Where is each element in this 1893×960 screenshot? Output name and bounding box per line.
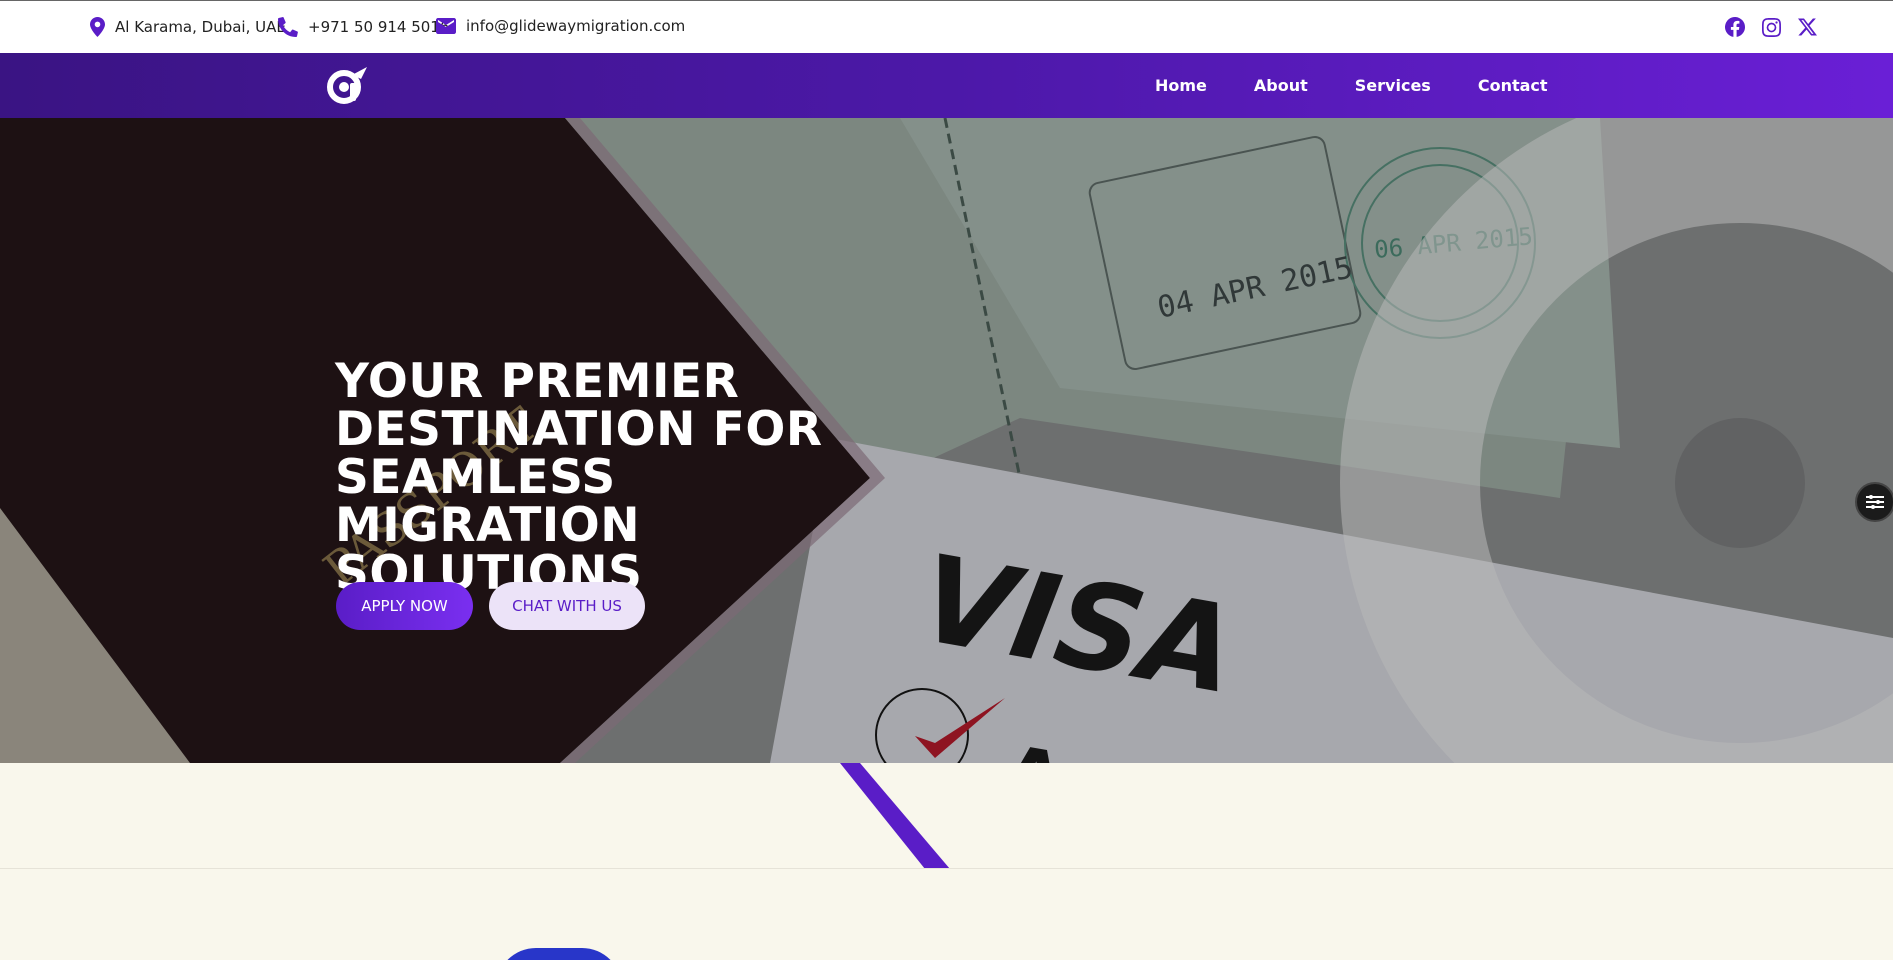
- x-icon: [1797, 18, 1817, 36]
- instagram-icon: [1761, 17, 1781, 37]
- hero-section: 04 APR 2015 06 APR 2015 VISA Approve PAS…: [0, 118, 1893, 763]
- accessibility-toggle-button[interactable]: [1855, 482, 1893, 522]
- phone-icon: [278, 17, 298, 37]
- nav-contact[interactable]: Contact: [1478, 76, 1548, 95]
- x-link[interactable]: [1796, 16, 1818, 38]
- hero-title-line: DESTINATION FOR: [335, 402, 823, 457]
- nav-about[interactable]: About: [1254, 76, 1308, 95]
- envelope-icon: [436, 18, 456, 34]
- hero-title: YOUR PREMIER DESTINATION FOR SEAMLESS MI…: [335, 358, 935, 598]
- social-links: [1724, 16, 1818, 38]
- facebook-link[interactable]: [1724, 16, 1746, 38]
- section-divider-line: [0, 868, 1893, 869]
- site-logo[interactable]: [326, 65, 368, 105]
- nav-home[interactable]: Home: [1155, 76, 1207, 95]
- nav-links: Home About Services Contact: [1155, 53, 1548, 118]
- main-navbar: Home About Services Contact: [0, 53, 1893, 118]
- phone-text[interactable]: +971 50 914 5016: [308, 18, 449, 36]
- section-diagonal-divider: [0, 763, 950, 869]
- sliders-icon: [1866, 495, 1884, 509]
- map-pin-icon: [90, 17, 105, 37]
- chat-with-us-button[interactable]: CHAT WITH US: [489, 582, 645, 630]
- top-info-bar: Al Karama, Dubai, UAE +971 50 914 5016 i…: [0, 0, 1893, 53]
- facebook-icon: [1725, 17, 1745, 37]
- address-item: Al Karama, Dubai, UAE: [90, 17, 286, 37]
- hero-background-image: 04 APR 2015 06 APR 2015 VISA Approve PAS…: [0, 118, 1893, 763]
- hero-title-line: YOUR PREMIER: [335, 354, 740, 409]
- hero-title-line: SEAMLESS MIGRATION: [335, 450, 641, 553]
- logo-icon: [327, 67, 367, 104]
- phone-item[interactable]: +971 50 914 5016: [278, 17, 449, 37]
- email-item[interactable]: info@glidewaymigration.com: [436, 17, 685, 35]
- address-text: Al Karama, Dubai, UAE: [115, 18, 286, 36]
- instagram-link[interactable]: [1760, 16, 1782, 38]
- section-graphic-circle: [496, 948, 622, 960]
- apply-now-button[interactable]: APPLY NOW: [336, 582, 473, 630]
- email-text[interactable]: info@glidewaymigration.com: [466, 17, 685, 35]
- nav-services[interactable]: Services: [1355, 76, 1431, 95]
